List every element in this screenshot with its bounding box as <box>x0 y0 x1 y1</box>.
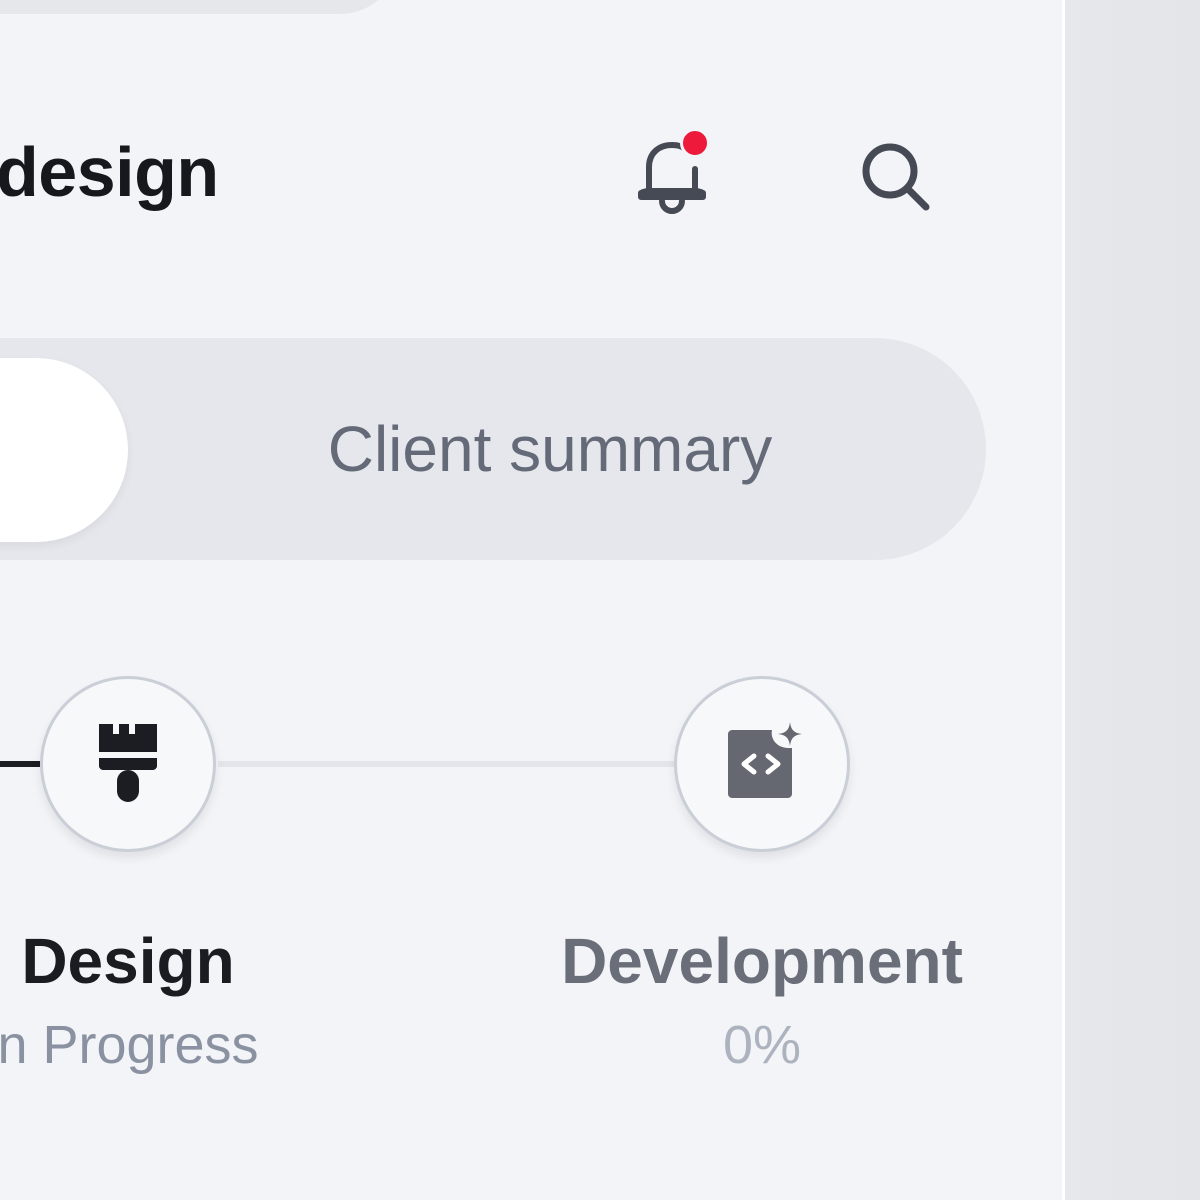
step-design-name: Design <box>21 925 235 997</box>
progress-connector-complete <box>0 761 40 767</box>
step-development-status: 0% <box>722 1015 802 1075</box>
tab-client-summary[interactable]: Client summary <box>260 338 840 560</box>
notifications-button[interactable] <box>622 124 722 224</box>
code-sparkle-icon <box>728 722 802 798</box>
search-button[interactable] <box>845 124 945 224</box>
step-design-status: n Progress <box>0 1015 259 1075</box>
progress-connector-pending <box>218 761 674 767</box>
tab-active[interactable] <box>0 358 128 542</box>
segmented-tabs: Client summary <box>0 338 986 560</box>
top-search-bar-edge <box>0 0 400 14</box>
page-title: design <box>0 133 219 211</box>
notification-badge <box>680 128 710 158</box>
paintbrush-icon <box>95 724 161 802</box>
step-development[interactable] <box>674 676 850 852</box>
step-development-name: Development <box>561 925 963 997</box>
app-screen: design Client summary Design n Progress … <box>0 0 1065 1200</box>
search-icon <box>862 143 930 211</box>
step-design[interactable] <box>40 676 216 852</box>
